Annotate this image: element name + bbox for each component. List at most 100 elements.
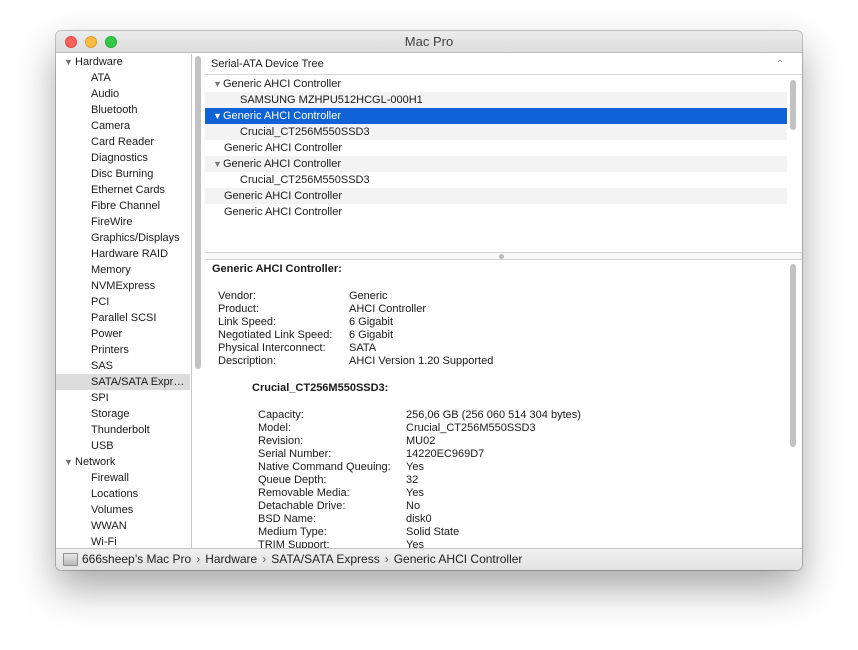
property-key: Description: [218, 355, 277, 367]
divider-handle-icon[interactable] [499, 254, 504, 259]
disclosure-triangle-down-icon[interactable]: ▼ [213, 108, 223, 124]
breadcrumb-item[interactable]: 666sheep’s Mac Pro [82, 552, 191, 566]
sort-chevron-up-icon[interactable]: ⌃ [776, 54, 784, 75]
tree-row-device[interactable]: SAMSUNG MZHPU512HCGL-000H1 [205, 92, 787, 108]
minimize-button[interactable] [85, 36, 97, 48]
disclosure-triangle-down-icon[interactable]: ▼ [64, 54, 75, 70]
sidebar-item[interactable]: NVMExpress [56, 278, 190, 294]
sidebar-item[interactable]: PCI [56, 294, 190, 310]
sidebar-item-label: Hardware [75, 56, 123, 68]
sidebar-item-label: Diagnostics [91, 152, 148, 164]
sidebar-item[interactable]: SATA/SATA Expr… [56, 374, 190, 390]
sidebar-item-label: WWAN [91, 520, 127, 532]
sidebar-item[interactable]: Printers [56, 342, 190, 358]
sidebar-item[interactable]: Hardware RAID [56, 246, 190, 262]
sidebar-item[interactable]: Fibre Channel [56, 198, 190, 214]
sidebar-item[interactable]: Wi-Fi [56, 534, 190, 548]
sidebar-item[interactable]: FireWire [56, 214, 190, 230]
property-key: Serial Number: [258, 448, 332, 460]
sidebar-item[interactable]: SPI [56, 390, 190, 406]
sidebar-item-label: Volumes [91, 504, 134, 516]
split-view-divider[interactable] [205, 252, 802, 260]
property-value: disk0 [406, 513, 432, 525]
sidebar-group[interactable]: ▼ Network [56, 454, 190, 470]
tree-scrollbar[interactable] [790, 80, 796, 130]
sidebar-item[interactable]: Thunderbolt [56, 422, 190, 438]
close-button[interactable] [65, 36, 77, 48]
tree-header[interactable]: Serial-ATA Device Tree ⌃ [205, 54, 802, 75]
sidebar-item-label: Thunderbolt [91, 424, 150, 436]
sidebar-item[interactable]: Audio [56, 86, 190, 102]
property-key: BSD Name: [258, 513, 317, 525]
property-value: Yes [406, 461, 424, 473]
tree-row-label: Generic AHCI Controller [224, 142, 342, 154]
sidebar-item[interactable]: Locations [56, 486, 190, 502]
sidebar-item-label: PCI [91, 296, 110, 308]
tree-row-label: Crucial_CT256M550SSD3 [240, 174, 370, 186]
sidebar-item-label: Network [75, 456, 116, 468]
tree-row-controller[interactable]: ▼Generic AHCI Controller [205, 156, 787, 172]
breadcrumb-item[interactable]: Generic AHCI Controller [394, 552, 523, 566]
property-key: Native Command Queuing: [258, 461, 391, 473]
sidebar-item[interactable]: Memory [56, 262, 190, 278]
sidebar-item[interactable]: Disc Burning [56, 166, 190, 182]
property-key: Detachable Drive: [258, 500, 346, 512]
sidebar-item-label: Ethernet Cards [91, 184, 165, 196]
tree-row-device[interactable]: Crucial_CT256M550SSD3 [205, 172, 787, 188]
sidebar-item-label: Power [91, 328, 123, 340]
tree-row-label: SAMSUNG MZHPU512HCGL-000H1 [240, 94, 423, 106]
breadcrumb-separator-icon: › [262, 552, 267, 566]
content-pane: Serial-ATA Device Tree ⌃ ▼Generic AHCI C… [205, 54, 802, 548]
sidebar-group[interactable]: ▼ Hardware [56, 54, 190, 70]
property-key: Physical Interconnect: [218, 342, 326, 354]
property-key: Revision: [258, 435, 304, 447]
sidebar-item[interactable]: Camera [56, 118, 190, 134]
sidebar-item-label: FireWire [91, 216, 133, 228]
sidebar-item[interactable]: Parallel SCSI [56, 310, 190, 326]
breadcrumb-item[interactable]: Hardware [205, 552, 257, 566]
sidebar-item-label: Card Reader [91, 136, 154, 148]
disclosure-triangle-down-icon[interactable]: ▼ [64, 454, 75, 470]
tree-row-controller[interactable]: ▼Generic AHCI Controller [205, 76, 787, 92]
property-key: Negotiated Link Speed: [218, 329, 333, 341]
sidebar-item[interactable]: WWAN [56, 518, 190, 534]
tree-row-controller[interactable]: Generic AHCI Controller [205, 204, 787, 220]
tree-row-label: Generic AHCI Controller [223, 110, 341, 122]
sidebar-item-label: Audio [91, 88, 120, 100]
disclosure-triangle-down-icon[interactable]: ▼ [213, 76, 223, 92]
sidebar-item[interactable]: Ethernet Cards [56, 182, 190, 198]
sidebar-item[interactable]: Storage [56, 406, 190, 422]
tree-row-controller[interactable]: ▼Generic AHCI Controller [205, 108, 787, 124]
sidebar-item[interactable]: USB [56, 438, 190, 454]
sidebar-item[interactable]: ATA [56, 70, 190, 86]
sidebar-item[interactable]: Graphics/Displays [56, 230, 190, 246]
tree-row-controller[interactable]: Generic AHCI Controller [205, 140, 787, 156]
breadcrumb-separator-icon: › [196, 552, 201, 566]
sidebar-scrollbar[interactable] [195, 56, 201, 369]
breadcrumb-item[interactable]: SATA/SATA Express [271, 552, 379, 566]
detail-scrollbar[interactable] [790, 264, 796, 447]
sidebar: ▼ Hardware ATA Audio Bluetooth Camera Card Rea… [56, 54, 192, 548]
disclosure-triangle-down-icon[interactable]: ▼ [213, 156, 223, 172]
zoom-button[interactable] [105, 36, 117, 48]
sidebar-item-label: Fibre Channel [91, 200, 161, 212]
detail-pane: Generic AHCI Controller: Crucial_CT256M5… [205, 261, 802, 548]
property-key: Capacity: [258, 409, 304, 421]
tree-row-device[interactable]: Crucial_CT256M550SSD3 [205, 124, 787, 140]
detail-title: Generic AHCI Controller: [212, 263, 342, 275]
sidebar-item-label: ATA [91, 72, 111, 84]
sidebar-item-label: Storage [91, 408, 130, 420]
sidebar-item-label: Parallel SCSI [91, 312, 157, 324]
property-value: AHCI Version 1.20 Supported [349, 355, 494, 367]
tree-row-controller[interactable]: Generic AHCI Controller [205, 188, 787, 204]
sidebar-item[interactable]: Bluetooth [56, 102, 190, 118]
title-bar[interactable]: Mac Pro [56, 31, 802, 53]
sidebar-item[interactable]: Power [56, 326, 190, 342]
sidebar-item-label: Wi-Fi [91, 536, 117, 548]
property-key: Model: [258, 422, 292, 434]
sidebar-item[interactable]: Firewall [56, 470, 190, 486]
sidebar-item[interactable]: Volumes [56, 502, 190, 518]
sidebar-item[interactable]: Diagnostics [56, 150, 190, 166]
sidebar-item[interactable]: Card Reader [56, 134, 190, 150]
sidebar-item[interactable]: SAS [56, 358, 190, 374]
